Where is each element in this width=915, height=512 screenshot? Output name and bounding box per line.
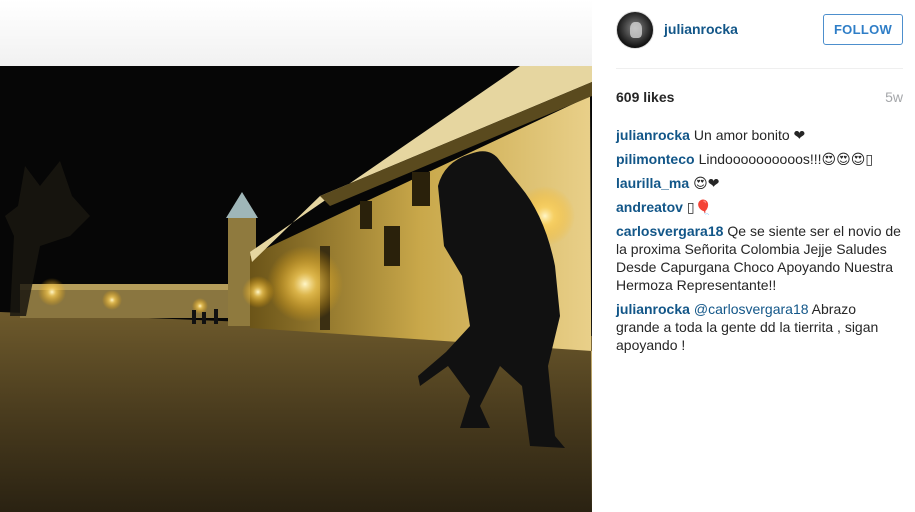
comment-item: carlosvergara18 Qe se siente ser el novio… (616, 222, 903, 294)
avatar[interactable] (616, 11, 654, 49)
comment-mention[interactable]: @carlosvergara18 (694, 301, 809, 317)
comment-text: Un amor bonito ❤ (693, 127, 806, 143)
post-username[interactable]: julianrocka (664, 21, 738, 37)
comment-item: julianrocka @carlosvergara18 Abrazo grand… (616, 300, 903, 354)
post-photo[interactable] (0, 66, 592, 512)
comment-author[interactable]: laurilla_ma (616, 175, 689, 191)
post-header: julianrocka FOLLOW (616, 11, 903, 49)
comment-text: Lindoooooooooos!!!😍😍😍▯ (698, 151, 874, 167)
comment-text: 😍❤ (693, 175, 720, 191)
post-info-panel: julianrocka FOLLOW 609 likes 5w julianro… (592, 0, 915, 512)
comment-item: pilimonteco Lindoooooooooos!!!😍😍😍▯ (616, 150, 903, 168)
comment-author[interactable]: andreatov (616, 199, 683, 215)
post-time-ago[interactable]: 5w (885, 89, 903, 105)
comment-author[interactable]: pilimonteco (616, 151, 695, 167)
photo-top-strip (0, 0, 592, 66)
comment-author[interactable]: julianrocka (616, 127, 690, 143)
follow-button[interactable]: FOLLOW (823, 14, 903, 45)
comment-author[interactable]: julianrocka (616, 301, 690, 317)
photo-pane (0, 0, 592, 512)
comment-text: ▯🎈 (686, 199, 713, 215)
comment-author[interactable]: carlosvergara18 (616, 223, 723, 239)
header-divider (616, 68, 903, 69)
comment-item: andreatov ▯🎈 (616, 198, 903, 216)
comment-list: julianrocka Un amor bonito ❤ pilimonteco L… (616, 126, 903, 360)
comment-item: laurilla_ma 😍❤ (616, 174, 903, 192)
comment-item: julianrocka Un amor bonito ❤ (616, 126, 903, 144)
like-count[interactable]: 609 likes (616, 89, 674, 105)
photo-illustration (0, 66, 592, 512)
